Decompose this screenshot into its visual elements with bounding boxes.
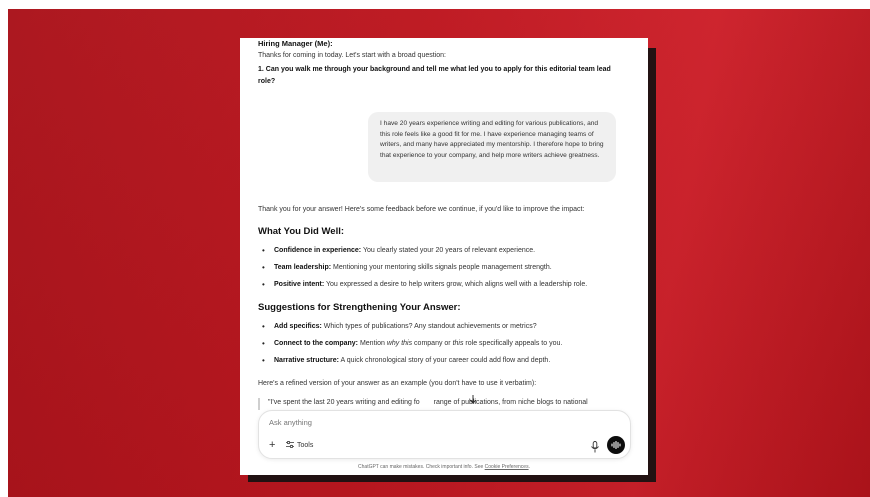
list-item: Positive intent: You expressed a desire …	[258, 280, 630, 297]
message-composer: + Tools	[258, 410, 631, 459]
well-heading: What You Did Well:	[258, 226, 345, 237]
interview-question: 1. Can you walk me through your backgrou…	[258, 66, 611, 85]
response-intro: Thank you for your answer! Here's some f…	[258, 206, 585, 213]
tools-label: Tools	[297, 442, 314, 449]
blockquote: "I've spent the last 20 years writing an…	[258, 398, 630, 410]
chat-window: Hiring Manager (Me): Thanks for coming i…	[240, 38, 648, 475]
voice-mode-icon	[611, 441, 621, 449]
microphone-icon[interactable]	[590, 440, 600, 453]
arrow-down-icon[interactable]	[467, 395, 479, 407]
sliders-icon	[286, 440, 294, 450]
suggestions-heading: Suggestions for Strengthening Your Answe…	[258, 302, 461, 313]
plus-icon[interactable]: +	[269, 440, 275, 451]
list-item: Narrative structure: A quick chronologic…	[258, 356, 630, 373]
voice-mode-button[interactable]	[607, 436, 625, 454]
list-item: Confidence in experience: You clearly st…	[258, 246, 630, 263]
list-item: Add specifics: Which types of publicatio…	[258, 322, 630, 339]
suggestions-list: Add specifics: Which types of publicatio…	[258, 322, 630, 373]
list-item: Connect to the company: Mention why this…	[258, 339, 630, 356]
chat-input[interactable]	[269, 418, 569, 427]
tools-button[interactable]: Tools	[286, 440, 314, 450]
intro-text: Thanks for coming in today. Let's start …	[258, 52, 446, 59]
well-list: Confidence in experience: You clearly st…	[258, 246, 630, 297]
user-message-bubble: I have 20 years experience writing and e…	[368, 112, 616, 182]
cookie-preferences-link[interactable]: Cookie Preferences	[485, 464, 529, 470]
list-item: Team leadership: Mentioning your mentori…	[258, 263, 630, 280]
disclaimer: ChatGPT can make mistakes. Check importa…	[358, 464, 530, 470]
speaker-label: Hiring Manager (Me):	[258, 39, 333, 48]
refined-intro: Here's a refined version of your answer …	[258, 380, 537, 387]
